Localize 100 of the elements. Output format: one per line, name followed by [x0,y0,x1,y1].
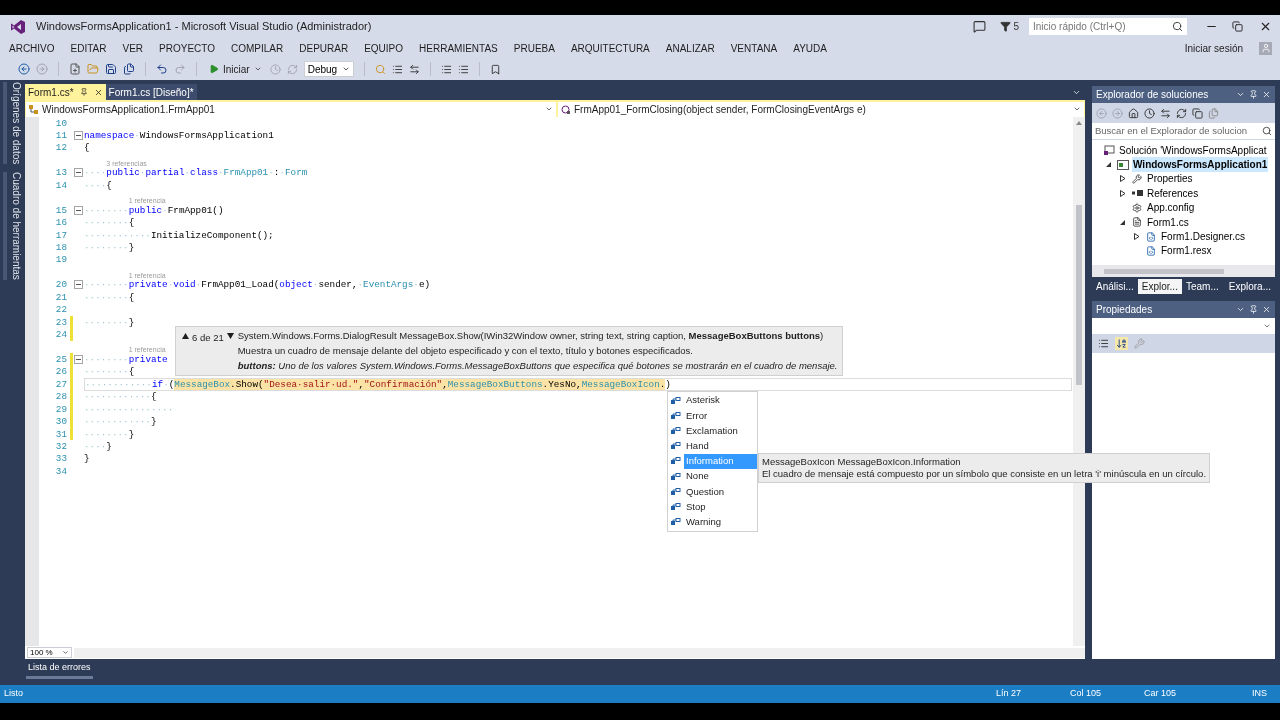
insert-mode-indicator: INS [1252,687,1268,701]
tool-window-tab[interactable]: Lista de errores [26,660,93,679]
new-project-icon[interactable] [69,63,81,75]
menu-item[interactable]: VER [122,40,144,56]
menu-item[interactable]: PROYECTO [159,40,215,56]
dropdown-icon[interactable] [1236,305,1245,314]
collapsed-arrow-icon[interactable] [1120,175,1126,183]
caret-icon [1263,322,1271,330]
menu-item[interactable]: ARQUITECTURA [570,40,650,56]
scroll-up-icon[interactable] [1076,121,1082,125]
close-button[interactable] [1259,20,1272,33]
completion-item[interactable]: Question [684,484,757,500]
tree-item[interactable]: WindowsFormsApplication1 [1132,157,1269,173]
next-overload-icon[interactable] [226,333,234,339]
document-tab[interactable]: Form1.cs* [25,84,106,100]
refresh-icon[interactable] [1176,107,1187,119]
line-number: 12 [54,143,67,153]
caret-icon [62,649,69,656]
panel-tab[interactable]: Explor... [1137,279,1182,294]
code-line: ····public·partial·class·FrmApp01·:·Form [84,168,308,178]
completion-item[interactable]: Warning [684,514,757,530]
document-tab[interactable]: Form1.cs [Diseño]* [105,84,197,100]
feedback-icon[interactable] [973,20,987,33]
collapsed-arrow-icon[interactable] [1134,233,1140,241]
tree-item[interactable]: Form1.cs [1146,214,1190,230]
tree-item[interactable]: References [1146,185,1200,201]
fold-icon[interactable] [74,205,83,215]
completion-item[interactable]: Stop [684,499,757,515]
line-number: 29 [54,404,67,414]
menu-item[interactable]: ARCHIVO [9,40,55,56]
horizontal-scrollbar[interactable] [1092,265,1275,277]
home-icon[interactable] [1128,107,1139,119]
start-button[interactable]: Iniciar [207,61,264,77]
save-all-icon[interactable] [123,63,135,75]
categorized-icon[interactable] [1098,338,1109,349]
fold-icon[interactable] [74,131,83,141]
tree-item[interactable]: App.config [1146,200,1196,216]
sign-in-link[interactable]: Iniciar sesión [1184,40,1243,56]
pin-icon[interactable] [1249,90,1258,99]
completion-item[interactable]: Error [684,408,757,424]
menu-item[interactable]: DEPURAR [299,40,349,56]
sync-icon[interactable] [1160,107,1171,119]
previous-overload-icon[interactable] [182,333,189,339]
completion-item[interactable]: Asterisk [684,393,757,409]
close-icon[interactable] [1262,305,1271,314]
menu-item[interactable]: VENTANA [730,40,778,56]
menu-item[interactable]: EQUIPO [364,40,404,56]
back-icon[interactable] [18,63,30,75]
alphabetical-button[interactable] [1115,337,1128,350]
quick-launch-field[interactable]: Inicio rápido (Ctrl+Q) [1029,18,1187,35]
tree-item[interactable]: Solución 'WindowsFormsApplicat [1118,142,1268,158]
expanded-arrow-icon[interactable] [1106,161,1112,169]
panel-tab[interactable]: Explora... [1224,279,1275,294]
code-line: } [84,454,90,464]
tree-item[interactable]: Properties [1146,171,1194,187]
code-line: ················ [84,404,174,414]
status-message: Listo [4,687,24,701]
member-dropdown[interactable]: FrmApp01_FormClosing(object sender, FormClosingEventArgs e) [558,101,1084,117]
fold-icon[interactable] [74,168,83,178]
fold-icon[interactable] [74,280,83,290]
completion-item[interactable]: Exclamation [684,423,757,439]
expanded-arrow-icon[interactable] [1120,218,1126,226]
configuration-dropdown[interactable]: Debug [303,61,354,77]
undo-icon[interactable] [156,63,168,75]
enum-member-icon [671,518,681,527]
line-number: 21 [54,292,67,302]
code-line: ········} [84,242,135,253]
enum-member-icon [671,502,681,511]
close-icon[interactable] [93,87,103,97]
pin-icon[interactable] [1249,305,1258,314]
completion-item[interactable]: Hand [684,438,757,454]
scrollbar-thumb[interactable] [1076,205,1082,385]
menu-item[interactable]: PRUEBA [513,40,555,56]
method-icon [561,104,571,114]
menu-item[interactable]: EDITAR [70,40,107,56]
horizontal-scrollbar[interactable] [74,647,1085,658]
format-icon[interactable] [408,63,420,75]
close-icon[interactable] [1262,90,1271,99]
tab-list-icon[interactable] [1072,88,1081,97]
type-dropdown[interactable]: WindowsFormsApplication1.FrmApp01 [26,101,556,117]
menu-item[interactable]: AYUDA [793,40,827,56]
save-icon[interactable] [105,63,117,75]
tree-item[interactable]: Form1.Designer.cs [1160,229,1246,245]
dropdown-icon[interactable] [1236,90,1245,99]
history-icon[interactable] [1144,107,1155,119]
bookmark-icon[interactable] [489,63,501,75]
collapsed-arrow-icon[interactable] [1120,189,1126,197]
tree-item[interactable]: Form1.resx [1160,243,1213,259]
zoom-dropdown[interactable]: 100 % [27,647,72,658]
menu-item[interactable]: ANALIZAR [665,40,715,56]
line-number: 31 [54,429,67,439]
panel-tab[interactable]: Team... [1181,279,1225,294]
completion-item[interactable]: None [684,468,757,485]
restore-button[interactable] [1232,21,1243,32]
search-field[interactable]: Buscar en el Explorador de solucion [1092,123,1275,140]
panel-tab[interactable]: Análisi... [1092,279,1138,294]
fold-icon[interactable] [74,355,83,365]
pin-icon[interactable] [79,88,88,96]
menu-item[interactable]: COMPILAR [231,40,284,56]
menu-item[interactable]: HERRAMIENTAS [419,40,498,56]
